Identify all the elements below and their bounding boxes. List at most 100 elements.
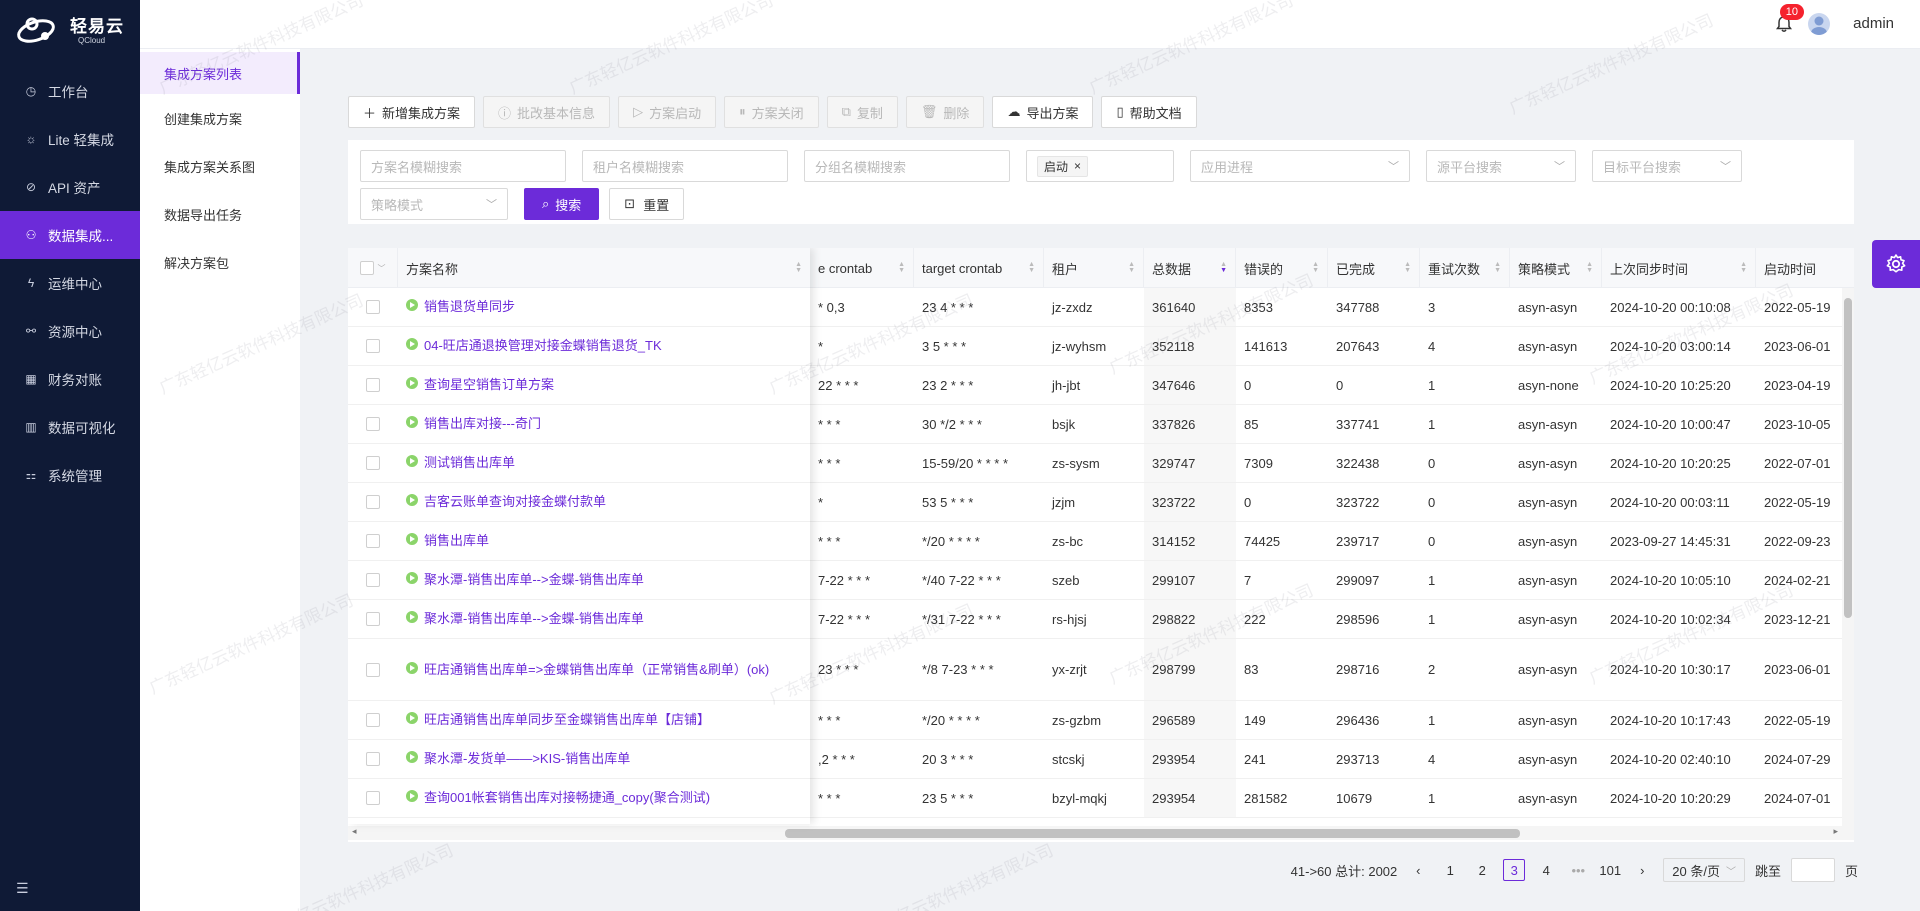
fixed-row[interactable]: 销售出库对接---奇门 [348, 405, 810, 444]
submenu-item-relation-graph[interactable]: 集成方案关系图 [140, 142, 300, 190]
nav-item-system[interactable]: ⚏ 系统管理 [0, 451, 140, 499]
fixed-row[interactable]: 旺店通销售出库单同步至金蝶销售出库单【店铺】 [348, 701, 810, 740]
row-checkbox[interactable] [366, 534, 380, 548]
row-checkbox[interactable] [366, 612, 380, 626]
reset-button[interactable]: ⊡ 重置 [609, 188, 685, 220]
row-checkbox[interactable] [366, 300, 380, 314]
page-size-select[interactable]: 20 条/页 ﹀ [1663, 858, 1745, 882]
row-checkbox[interactable] [366, 456, 380, 470]
submenu-item-create-scheme[interactable]: 创建集成方案 [140, 94, 300, 142]
fixed-row[interactable]: 销售出库单 [348, 522, 810, 561]
jump-page-input[interactable] [1790, 858, 1835, 882]
scheme-name-link[interactable]: 销售出库对接---奇门 [406, 414, 541, 434]
sort-icon[interactable]: ▲ ▼ [1028, 261, 1035, 274]
scheme-name-link[interactable]: 旺店通销售出库单同步至金蝶销售出库单【店铺】 [406, 710, 710, 730]
page-3[interactable]: 3 [1503, 859, 1526, 881]
export-scheme-button[interactable]: ☁ 导出方案 [992, 96, 1094, 128]
th-errors[interactable]: 错误的 ▲ ▼ [1236, 248, 1328, 288]
strategy-select[interactable]: 策略模式 ﹀ [360, 188, 508, 220]
fixed-row[interactable]: 测试销售出库单 [348, 444, 810, 483]
submenu-item-export-tasks[interactable]: 数据导出任务 [140, 190, 300, 238]
row-checkbox[interactable] [366, 378, 380, 392]
select-all-checkbox[interactable] [359, 261, 374, 275]
scroll-thumb[interactable] [1844, 298, 1852, 618]
page-2[interactable]: 2 [1471, 859, 1493, 881]
tenant-name-search-input[interactable]: 租户名模糊搜索 [582, 150, 788, 182]
delete-button[interactable]: 🗑 删除 [905, 96, 985, 128]
nav-item-lite[interactable]: ☼ Lite 轻集成 [0, 115, 140, 163]
scheme-name-search-input[interactable]: 方案名模糊搜索 [360, 150, 566, 182]
collapse-menu-icon[interactable]: ☰ [16, 880, 29, 897]
row-checkbox[interactable] [366, 713, 380, 727]
th-start-time[interactable]: 启动时间 [1756, 248, 1854, 288]
table-vertical-scrollbar[interactable] [1842, 288, 1854, 826]
th-name[interactable]: 方案名称 ▲ ▼ [398, 248, 810, 288]
scheme-name-link[interactable]: 查询星空销售订单方案 [406, 375, 554, 395]
row-checkbox[interactable] [366, 752, 380, 766]
th-source-crontab[interactable]: e crontab ▲ ▼ [810, 248, 914, 288]
sort-icon[interactable]: ▲ ▼ [898, 261, 905, 274]
th-retries[interactable]: 重试次数 ▲ ▼ [1420, 248, 1510, 288]
start-scheme-button[interactable]: ▷ 方案启动 [618, 96, 717, 128]
fixed-row[interactable]: 销售退货单同步 [348, 288, 810, 327]
table-horizontal-scrollbar[interactable]: ◂ ▸ [348, 826, 1854, 840]
target-platform-select[interactable]: 目标平台搜索 ﹀ [1592, 150, 1742, 182]
fixed-row[interactable]: 查询星空销售订单方案 [348, 366, 810, 405]
row-checkbox[interactable] [366, 417, 380, 431]
app-process-select[interactable]: 应用进程 ﹀ [1190, 150, 1410, 182]
scheme-name-link[interactable]: 查询001帐套销售出库对接畅捷通_copy(聚合测试) [406, 788, 710, 808]
help-docs-button[interactable]: ▯ 帮助文档 [1101, 96, 1197, 128]
sort-icon[interactable]: ▲ ▼ [1404, 261, 1411, 274]
page-last[interactable]: 101 [1599, 859, 1621, 881]
row-checkbox[interactable] [366, 662, 380, 677]
scheme-name-link[interactable]: 销售退货单同步 [406, 297, 515, 317]
sort-icon[interactable]: ▲ ▼ [1586, 261, 1593, 274]
scroll-left-icon[interactable]: ◂ [352, 826, 357, 837]
th-done[interactable]: 已完成 ▲ ▼ [1328, 248, 1420, 288]
row-checkbox[interactable] [366, 495, 380, 509]
page-1[interactable]: 1 [1439, 859, 1461, 881]
settings-float-button[interactable] [1872, 240, 1920, 288]
nav-item-finance[interactable]: ▦ 财务对账 [0, 355, 140, 403]
scheme-name-link[interactable]: 聚水潭-销售出库单-->金蝶-销售出库单 [406, 609, 644, 629]
fixed-row[interactable]: 旺店通销售出库单=>金蝶销售出库单（正常销售&刷单）(ok) [348, 639, 810, 701]
copy-button[interactable]: ⧉ 复制 [826, 96, 898, 128]
page-4[interactable]: 4 [1535, 859, 1557, 881]
submenu-item-solution-pack[interactable]: 解决方案包 [140, 238, 300, 286]
fixed-row[interactable]: 聚水潭-发货单——>KIS-销售出库单 [348, 740, 810, 779]
scroll-thumb[interactable] [785, 829, 1520, 838]
group-name-search-input[interactable]: 分组名模糊搜索 [804, 150, 1010, 182]
close-scheme-button[interactable]: ⏸ 方案关闭 [724, 96, 819, 128]
prev-page-icon[interactable]: ‹ [1407, 859, 1429, 881]
nav-item-ops[interactable]: ϟ 运维中心 [0, 259, 140, 307]
scheme-name-link[interactable]: 旺店通销售出库单=>金蝶销售出库单（正常销售&刷单）(ok) [406, 660, 769, 680]
nav-item-api[interactable]: ⊘ API 资产 [0, 163, 140, 211]
scheme-name-link[interactable]: 聚水潭-发货单——>KIS-销售出库单 [406, 749, 630, 769]
scroll-right-icon[interactable]: ▸ [1833, 826, 1838, 837]
fixed-row[interactable]: 聚水潭-销售出库单-->金蝶-销售出库单 [348, 561, 810, 600]
scheme-name-link[interactable]: 测试销售出库单 [406, 453, 515, 473]
nav-item-visualization[interactable]: ▥ 数据可视化 [0, 403, 140, 451]
fixed-row[interactable]: 查询001帐套销售出库对接畅捷通_copy(聚合测试) [348, 779, 810, 818]
fixed-row[interactable]: 吉客云账单查询对接金蝶付款单 [348, 483, 810, 522]
scheme-name-link[interactable]: 吉客云账单查询对接金蝶付款单 [406, 492, 606, 512]
th-last-sync[interactable]: 上次同步时间 ▲ ▼ [1602, 248, 1756, 288]
sort-icon[interactable]: ▲ ▼ [1494, 261, 1501, 274]
sort-icon[interactable]: ▲ ▼ [1128, 261, 1135, 274]
sort-icon[interactable]: ▲ ▼ [1740, 261, 1747, 274]
scheme-name-link[interactable]: 销售出库单 [406, 531, 489, 551]
status-select[interactable]: 启动 × [1026, 150, 1174, 182]
source-platform-select[interactable]: 源平台搜索 ﹀ [1426, 150, 1576, 182]
th-select-all[interactable]: ﹀ [348, 248, 398, 288]
sort-icon[interactable]: ▲ ▼ [1312, 261, 1319, 274]
th-strategy[interactable]: 策略模式 ▲ ▼ [1510, 248, 1602, 288]
page-ellipsis[interactable]: ••• [1567, 859, 1589, 881]
nav-item-resources[interactable]: ⚯ 资源中心 [0, 307, 140, 355]
th-tenant[interactable]: 租户 ▲ ▼ [1044, 248, 1144, 288]
scheme-name-link[interactable]: 04-旺店通退换管理对接金蝶销售退货_TK [406, 336, 662, 356]
search-button[interactable]: ⌕ 搜索 [524, 188, 600, 220]
sort-icon[interactable]: ▲ ▼ [1220, 261, 1227, 274]
row-checkbox[interactable] [366, 339, 380, 353]
fixed-row[interactable]: 聚水潭-销售出库单-->金蝶-销售出库单 [348, 600, 810, 639]
scheme-name-link[interactable]: 聚水潭-销售出库单-->金蝶-销售出库单 [406, 570, 644, 590]
